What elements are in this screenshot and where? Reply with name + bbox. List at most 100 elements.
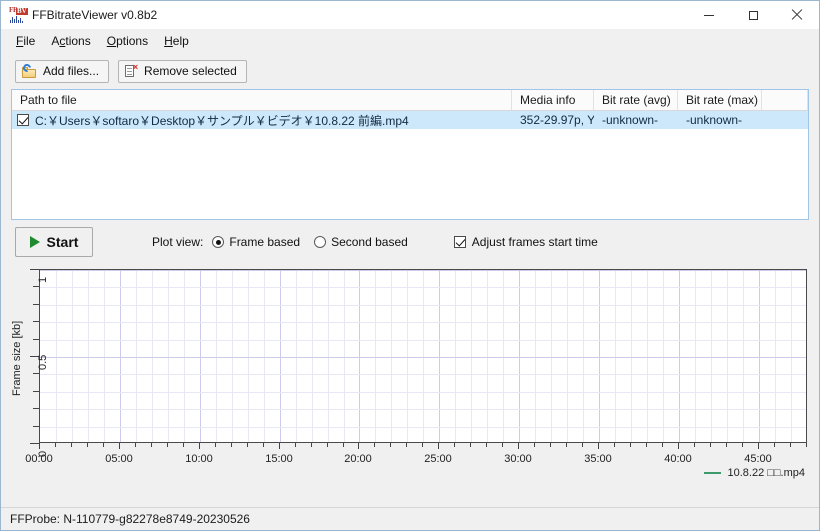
chart-y-tick-minor [33,304,39,305]
file-row-bitrate-max: -unknown- [686,113,743,127]
chart-x-tick-minor [710,443,711,447]
chart-x-tick-label: 30:00 [504,453,532,465]
chart-gridline-x [599,270,600,442]
chart-gridline-y-minor [40,409,806,410]
chart-area: Frame size [kb] 00:00 05:00 10:00 15:00 20:0… [1,264,819,507]
file-row-checkbox[interactable] [17,114,29,126]
plot-view-radio-group: Frame based Second based [212,235,408,249]
chart-x-tick-minor [550,443,551,447]
remove-selected-button[interactable]: × Remove selected [118,59,247,83]
chart-x-tick-minor [566,443,567,447]
menu-bar: File Actions Options Help [1,29,819,53]
file-row-path: C:￥Users￥softaro￥Desktop￥サンプル￥ビデオ￥10.8.2… [35,113,409,128]
chart-gridline-x [679,270,680,442]
chart-gridline-y-minor [40,305,806,306]
chart-gridline-x-minor [328,270,329,442]
start-button[interactable]: Start [15,227,93,257]
file-list-header: Path to file Media info Bit rate (avg) B… [12,90,808,111]
chart-gridline-x-minor [104,270,105,442]
column-header-bitrate-avg[interactable]: Bit rate (avg) [594,90,678,110]
chart-x-tick-minor [806,443,807,447]
column-header-path[interactable]: Path to file [12,90,512,110]
maximize-icon [748,10,758,20]
chart-gridline-x-minor [663,270,664,442]
close-button[interactable] [775,1,819,29]
chart-x-tick-label: 40:00 [664,453,692,465]
chart-gridline-x-minor [391,270,392,442]
status-bar: FFProbe: N-110779-g82278e8749-20230526 [1,507,819,530]
chart-gridline-x-minor [168,270,169,442]
chart-gridline-x-minor [791,270,792,442]
chart-gridline-x-minor [503,270,504,442]
radio-frame-based-dot [212,236,225,248]
start-label: Start [46,234,79,250]
column-header-spacer [762,90,808,110]
minimize-button[interactable] [687,1,731,29]
chart-gridline-x-minor [711,270,712,442]
chart-legend: 10.8.22 □□.mp4 [703,467,805,479]
radio-second-based-dot [314,236,327,248]
radio-frame-based[interactable]: Frame based [212,235,300,249]
play-icon [29,236,40,248]
chart-gridline-y-minor [40,340,806,341]
adjust-frames-checkbox[interactable]: Adjust frames start time [453,235,598,249]
menu-actions[interactable]: Actions [43,31,98,51]
app-logo-icon: FF BV [9,7,28,23]
chart-plot-area[interactable] [39,269,807,443]
chart-gridline-x-minor [248,270,249,442]
chart-y-tick-label: 1 [37,276,49,283]
file-row-path-cell[interactable]: C:￥Users￥softaro￥Desktop￥サンプル￥ビデオ￥10.8.2… [12,112,512,129]
maximize-button[interactable] [731,1,775,29]
chart-x-tick [518,443,519,449]
chart-x-tick-minor [390,443,391,447]
file-remove-icon: × [125,62,138,78]
chart-x-tick-label: 10:00 [185,453,213,465]
menu-options[interactable]: Options [99,31,156,51]
table-row[interactable]: C:￥Users￥softaro￥Desktop￥サンプル￥ビデオ￥10.8.2… [12,111,808,129]
column-header-media-info[interactable]: Media info [512,90,594,110]
file-row-bitrate-avg: -unknown- [602,113,659,127]
chart-x-tick [358,443,359,449]
chart-x-tick-minor [295,443,296,447]
chart-gridline-y-minor [40,392,806,393]
chart-gridline-x [280,270,281,442]
chart-gridline-x-minor [487,270,488,442]
chart-gridline-x-minor [375,270,376,442]
chart-x-tick [598,443,599,449]
chart-x-tick-minor [55,443,56,447]
column-header-bitrate-max[interactable]: Bit rate (max) [678,90,762,110]
chart-x-tick-minor [71,443,72,447]
chart-y-tick-minor [33,321,39,322]
chart-x-tick-label: 35:00 [584,453,612,465]
remove-selected-label: Remove selected [144,64,237,78]
chart-x-tick-minor [502,443,503,447]
chart-x-tick [279,443,280,449]
add-files-button[interactable]: Add files... [15,59,110,83]
chart-gridline-x-minor [232,270,233,442]
menu-file[interactable]: File [8,31,43,51]
chart-y-tick-label: 0.5 [37,354,49,370]
chart-x-tick-minor [151,443,152,447]
radio-second-based[interactable]: Second based [314,235,408,249]
chart-x-tick-label: 05:00 [105,453,133,465]
chart-x-tick-minor [694,443,695,447]
chart-x-tick-minor [374,443,375,447]
chart-x-tick-label: 15:00 [265,453,293,465]
menu-help[interactable]: Help [156,31,197,51]
chart-x-tick-minor [662,443,663,447]
chart-gridline-x-minor [423,270,424,442]
chart-x-tick-minor [247,443,248,447]
chart-gridline-x-minor [583,270,584,442]
add-files-label: Add files... [43,64,100,78]
radio-second-based-label: Second based [331,235,408,249]
chart-x-tick-minor [311,443,312,447]
chart-x-tick-minor [534,443,535,447]
chart-gridline-x-minor [407,270,408,442]
chart-x-tick-minor [614,443,615,447]
chart-gridline-x-minor [727,270,728,442]
chart-gridline-x [200,270,201,442]
chart-gridline-y-minor [40,287,806,288]
file-list[interactable]: Path to file Media info Bit rate (avg) B… [11,89,809,220]
chart-x-tick-label: 20:00 [344,453,372,465]
chart-y-tick-label: 0 [37,450,49,457]
